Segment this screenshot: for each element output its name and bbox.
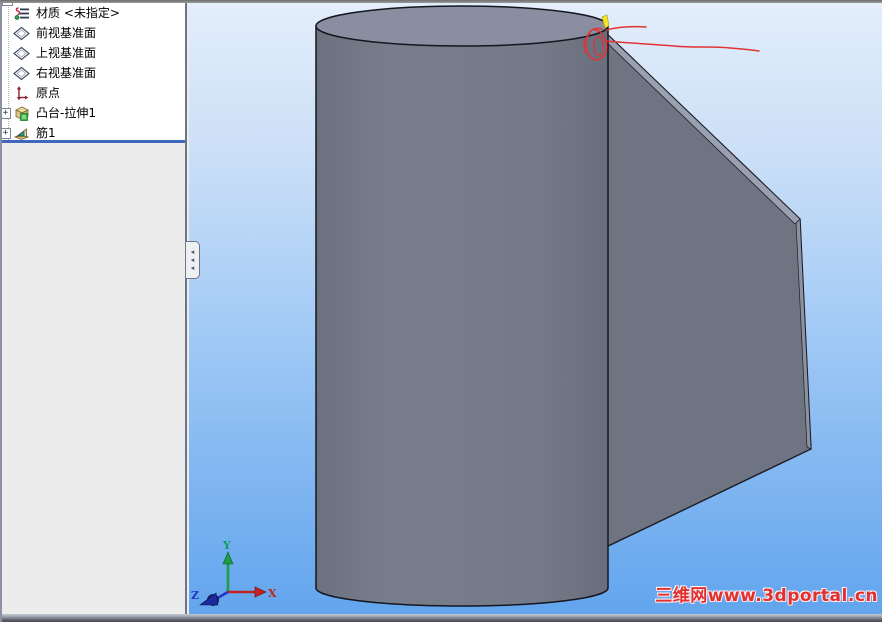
- triad-x-label: X: [268, 587, 277, 600]
- tree-item-label: 上视基准面: [36, 46, 97, 60]
- tree-item-origin[interactable]: 原点: [0, 83, 185, 103]
- splitter-arrow-icon: ◂: [190, 256, 195, 264]
- triad-x-arrow: [254, 586, 267, 598]
- extrude-icon: [13, 105, 30, 122]
- tree-item-top-plane[interactable]: 上视基准面: [0, 43, 185, 63]
- triad-y-arrow: [222, 551, 234, 565]
- splitter-arrow-icon: ◂: [190, 248, 195, 256]
- plane-icon: [13, 45, 30, 62]
- panel-splitter-handle[interactable]: ◂ ◂ ◂: [186, 241, 200, 279]
- tree-item-label: 右视基准面: [36, 66, 97, 80]
- watermark: 三维网www.3dportal.cn: [655, 586, 878, 606]
- tree-item-right-plane[interactable]: 右视基准面: [0, 63, 185, 83]
- feature-tree: 材质 <未指定> 前视基准面 上视基准面 右视基准面 原点 + 凸台-拉伸1 +…: [0, 0, 185, 143]
- material-icon: [13, 5, 30, 22]
- tree-item-boss-extrude1[interactable]: + 凸台-拉伸1: [0, 103, 185, 123]
- cylinder-boss[interactable]: [315, 5, 609, 607]
- tree-item-material[interactable]: 材质 <未指定>: [0, 3, 185, 23]
- plane-icon: [13, 65, 30, 82]
- tree-item-label: 原点: [36, 86, 61, 100]
- window-top-border: [0, 0, 882, 3]
- tree-item-front-plane[interactable]: 前视基准面: [0, 23, 185, 43]
- model-canvas[interactable]: Y X Z: [189, 0, 882, 614]
- tree-item-label: 材质 <未指定>: [36, 6, 120, 20]
- tree-panel-lower-area: [0, 143, 185, 614]
- cylinder-top-face[interactable]: [315, 5, 609, 47]
- tree-panel-divider: [0, 140, 185, 143]
- triad-z-label: Z: [191, 589, 199, 602]
- statusbar-edge: [0, 614, 882, 622]
- plane-icon: [13, 25, 30, 42]
- rib-icon: [13, 125, 30, 142]
- triad-y-label: Y: [222, 539, 231, 552]
- origin-icon: [13, 85, 30, 102]
- feature-tree-panel: 材质 <未指定> 前视基准面 上视基准面 右视基准面 原点 + 凸台-拉伸1 +…: [0, 0, 187, 614]
- rib-feature[interactable]: [601, 31, 812, 550]
- tree-item-label: 凸台-拉伸1: [36, 106, 96, 120]
- tree-item-label: 前视基准面: [36, 26, 97, 40]
- graphics-viewport[interactable]: Y X Z 三维网www.3dportal.cn: [189, 0, 882, 614]
- splitter-arrow-icon: ◂: [190, 264, 195, 272]
- reference-triad: Y X Z: [191, 539, 277, 606]
- window-left-border: [0, 0, 2, 622]
